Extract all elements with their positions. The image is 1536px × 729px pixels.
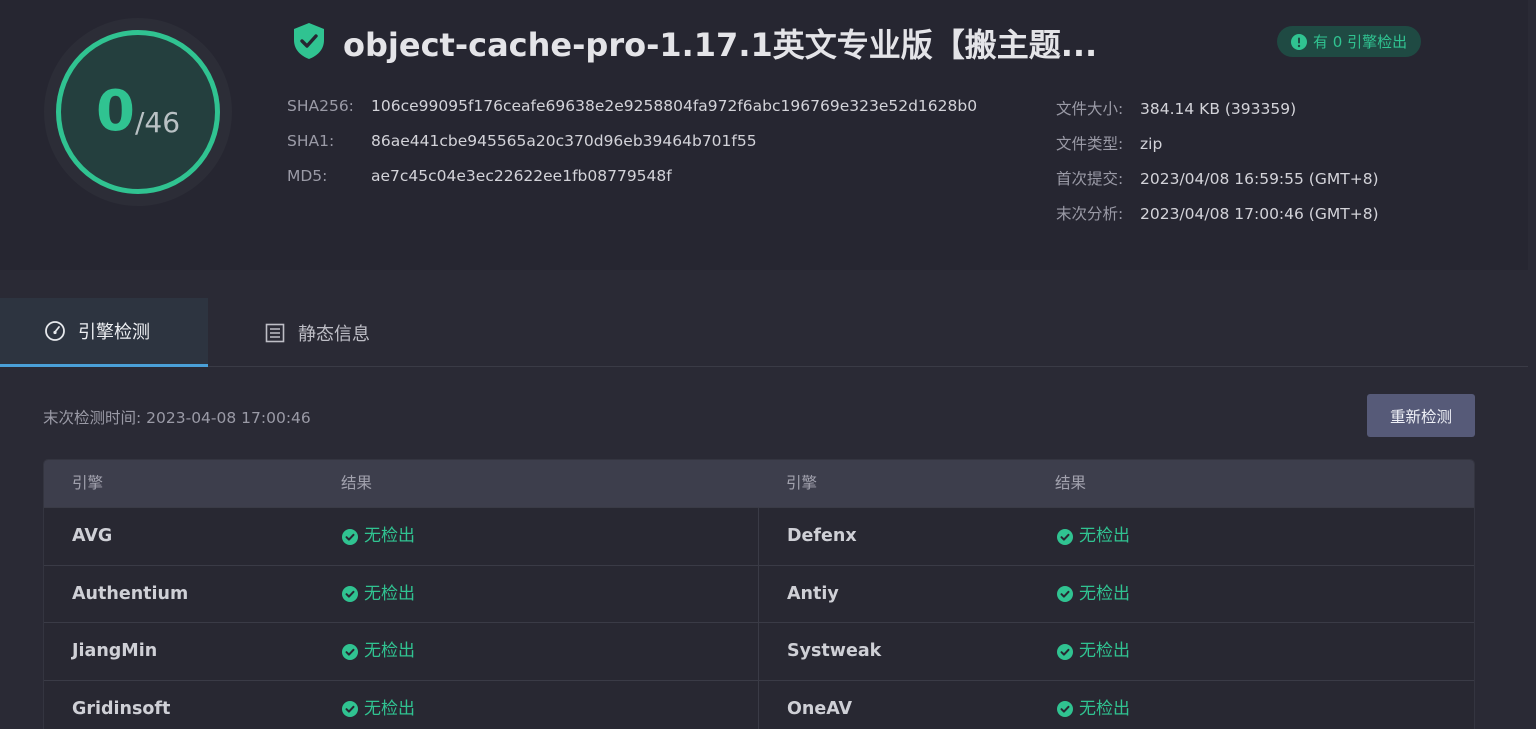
- result-cell: 无检出: [342, 566, 415, 623]
- check-circle-icon: [1057, 586, 1073, 602]
- file-summary-header: 0 /46 object-cache-pro-1.17.1英文专业版【搬主题..…: [0, 0, 1528, 270]
- detection-score-ring: 0 /46: [56, 30, 220, 194]
- meta-label: 首次提交:: [1056, 170, 1124, 188]
- column-divider: [758, 508, 759, 565]
- detection-badge-text: 有 0 引擎检出: [1313, 33, 1408, 51]
- result-text: 无检出: [1079, 641, 1130, 661]
- document-list-icon: [265, 323, 285, 342]
- column-header-result: 结果: [341, 474, 373, 492]
- check-circle-icon: [342, 528, 358, 545]
- result-text: 无检出: [364, 641, 415, 661]
- check-circle-icon: [1057, 701, 1073, 717]
- table-row: JiangMin 无检出 Systweak 无检出: [44, 622, 1474, 680]
- result-cell: 无检出: [1057, 566, 1130, 623]
- engine-name: Authentium: [72, 583, 189, 604]
- meta-row-size: 文件大小: 384.14 KB (393359): [1056, 97, 1296, 119]
- alert-circle-icon: [1291, 33, 1307, 50]
- check-circle-icon: [342, 643, 358, 660]
- meta-label: 文件类型:: [1056, 135, 1124, 153]
- result-text: 无检出: [364, 698, 415, 719]
- result-cell: 无检出: [342, 623, 415, 680]
- gauge-icon: [45, 321, 65, 341]
- engine-name: OneAV: [787, 698, 853, 719]
- result-text: 无检出: [1079, 526, 1130, 546]
- result-text: 无检出: [1079, 698, 1130, 719]
- hash-value: 86ae441cbe945565a20c370d96eb39464b701f55: [371, 132, 757, 150]
- last-scan-time: 末次检测时间: 2023-04-08 17:00:46: [43, 409, 311, 427]
- hash-label: SHA256:: [287, 97, 354, 115]
- tab-label: 静态信息: [298, 323, 370, 345]
- engine-name: Systweak: [787, 641, 882, 661]
- check-circle-icon: [342, 701, 358, 717]
- file-title: object-cache-pro-1.17.1英文专业版【搬主题...: [343, 26, 1098, 64]
- result-cell: 无检出: [1057, 508, 1130, 565]
- engine-name: AVG: [72, 526, 113, 546]
- check-circle-icon: [1057, 528, 1073, 545]
- table-row: Authentium 无检出 Antiy 无检出: [44, 564, 1474, 623]
- tab-bar: 引擎检测 静态信息: [0, 298, 1528, 367]
- hash-label: MD5:: [287, 167, 328, 185]
- shield-check-icon: [294, 23, 324, 59]
- result-text: 无检出: [1079, 583, 1130, 604]
- hash-value: ae7c45c04e3ec22622ee1fb08779548f: [371, 167, 672, 185]
- engine-name: Gridinsoft: [72, 698, 171, 719]
- engine-results-table: 引擎 结果 引擎 结果 AVG 无检出 Defenx 无检出 Authentiu…: [43, 459, 1475, 729]
- detected-count: 0: [95, 79, 135, 144]
- table-header: 引擎 结果 引擎 结果: [44, 460, 1474, 507]
- meta-label: 末次分析:: [1056, 205, 1124, 223]
- column-header-engine: 引擎: [786, 474, 818, 492]
- meta-row-first-submit: 首次提交: 2023/04/08 16:59:55 (GMT+8): [1056, 167, 1379, 189]
- app-root: 0 /46 object-cache-pro-1.17.1英文专业版【搬主题..…: [0, 0, 1536, 729]
- table-row: AVG 无检出 Defenx 无检出: [44, 507, 1474, 565]
- column-divider: [758, 623, 759, 680]
- meta-row-type: 文件类型: zip: [1056, 132, 1162, 154]
- tab-static-info[interactable]: 静态信息: [208, 298, 418, 367]
- result-text: 无检出: [364, 526, 415, 546]
- hash-row-md5: MD5: ae7c45c04e3ec22622ee1fb08779548f: [287, 167, 672, 185]
- column-header-result: 结果: [1055, 474, 1087, 492]
- hash-value: 106ce99095f176ceafe69638e2e9258804fa972f…: [371, 97, 978, 115]
- tab-label: 引擎检测: [78, 322, 150, 343]
- result-cell: 无检出: [1057, 681, 1130, 729]
- check-circle-icon: [1057, 643, 1073, 660]
- tab-engine-detection[interactable]: 引擎检测: [0, 298, 208, 367]
- meta-value: zip: [1140, 135, 1163, 153]
- result-cell: 无检出: [342, 508, 415, 565]
- hash-row-sha1: SHA1: 86ae441cbe945565a20c370d96eb39464b7…: [287, 132, 757, 150]
- detection-badge: 有 0 引擎检出: [1277, 26, 1422, 57]
- column-divider: [758, 680, 759, 729]
- meta-value: 2023/04/08 16:59:55 (GMT+8): [1140, 170, 1379, 188]
- engine-name: Antiy: [787, 583, 839, 604]
- engine-name: Defenx: [787, 526, 857, 546]
- column-divider: [758, 565, 759, 622]
- meta-value: 2023/04/08 17:00:46 (GMT+8): [1140, 205, 1379, 223]
- table-row: Gridinsoft 无检出 OneAV 无检出: [44, 679, 1474, 729]
- engine-total: /46: [134, 105, 181, 139]
- result-cell: 无检出: [342, 681, 415, 729]
- column-header-engine: 引擎: [72, 474, 104, 492]
- meta-label: 文件大小:: [1056, 100, 1124, 118]
- result-cell: 无检出: [1057, 623, 1130, 680]
- hash-row-sha256: SHA256: 106ce99095f176ceafe69638e2e925880…: [287, 97, 977, 115]
- rescan-button[interactable]: 重新检测: [1367, 394, 1475, 437]
- result-text: 无检出: [364, 583, 415, 604]
- engine-name: JiangMin: [72, 641, 158, 661]
- meta-row-last-analysis: 末次分析: 2023/04/08 17:00:46 (GMT+8): [1056, 202, 1379, 224]
- hash-label: SHA1:: [287, 132, 335, 150]
- meta-value: 384.14 KB (393359): [1140, 100, 1297, 118]
- check-circle-icon: [342, 586, 358, 602]
